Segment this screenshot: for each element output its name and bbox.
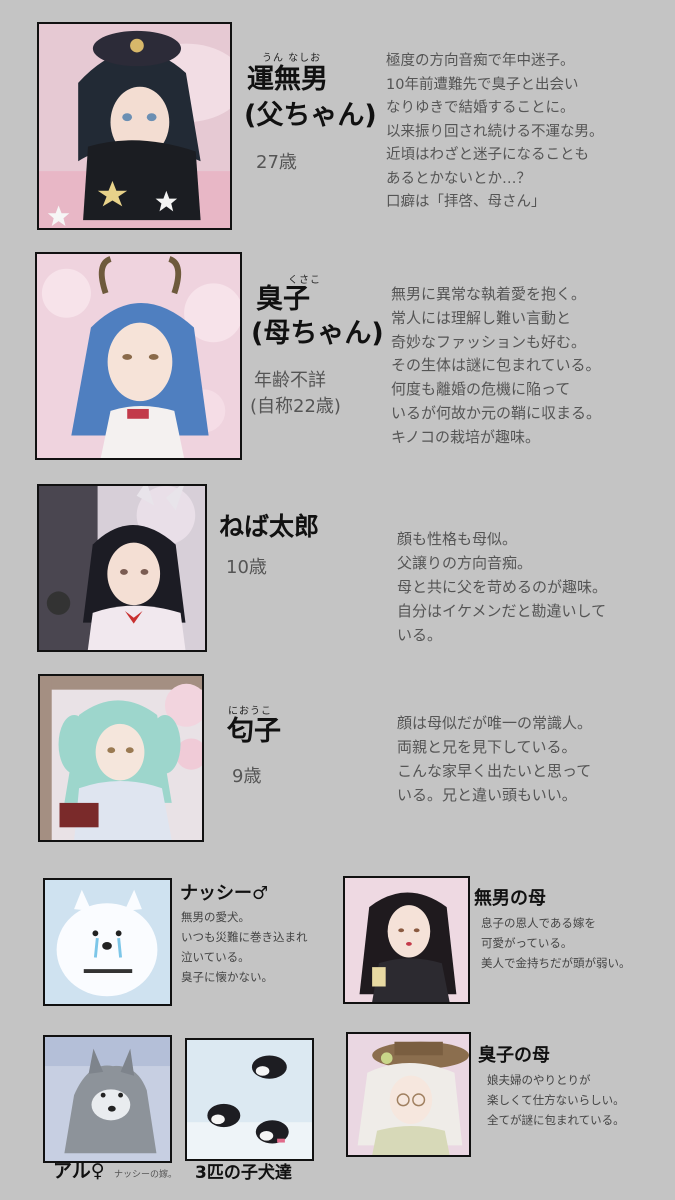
name-nebataro: ねば太郎	[219, 512, 320, 541]
portrait-aru-image	[45, 1037, 170, 1161]
desc-line: 両親と兄を見下している。	[397, 738, 577, 756]
desc-line: 奇妙なファッションも好む。	[391, 332, 587, 351]
desc-line: いるが何故か元の鞘に収まる。	[391, 403, 602, 422]
age-nioko: 9歳	[232, 766, 262, 787]
desc-kusako-mother: 娘夫婦のやりとりが 楽しくて仕方ないらしい。 全てが謎に包まれている。	[487, 1070, 625, 1130]
desc-line: いる。	[397, 626, 443, 644]
name-kusako: 臭子	[256, 284, 310, 315]
desc-line: 泣いている。	[181, 950, 250, 964]
desc-line: あるとかないとか…？	[386, 170, 531, 187]
portrait-nasshi	[43, 878, 172, 1006]
portrait-nashio-mother-image	[345, 878, 468, 1002]
portrait-kusako-mother	[346, 1032, 471, 1157]
age-kusako: 年齢不詳	[254, 370, 326, 391]
desc-line: 楽しくて仕方ないらしい。	[487, 1093, 625, 1107]
age-nashio: 27歳	[256, 152, 297, 173]
portrait-kusako-mother-image	[348, 1034, 469, 1155]
portrait-kusako	[35, 252, 242, 460]
desc-nashio: 極度の方向音痴で年中迷子。 10年前遭難先で臭子と出会い なりゆきで結婚すること…	[386, 50, 604, 215]
portrait-nashio-image	[39, 24, 230, 228]
portrait-nashio	[37, 22, 232, 230]
character-sheet: { "characters": [ { "ruby": "うん なしお", "n…	[0, 0, 675, 1200]
portrait-nioko	[38, 674, 204, 842]
age-nebataro: 10歳	[226, 557, 267, 578]
desc-line: 自分はイケメンだと勘違いして	[397, 602, 607, 620]
portrait-nashio-mother	[343, 876, 470, 1004]
desc-line: 母と共に父を苛めるのが趣味。	[397, 578, 608, 596]
name-nasshi: ナッシー♂	[180, 883, 269, 904]
portrait-kusako-image	[37, 254, 240, 458]
portrait-puppies-image	[187, 1040, 312, 1159]
desc-line: 近頃はわざと迷子になることも	[386, 147, 589, 163]
desc-nashio-mother: 息子の恩人である嫁を 可愛がっている。 美人で金持ちだが頭が弱い。	[481, 913, 631, 973]
name-kusako-role: (母ちゃん)	[251, 318, 384, 349]
portrait-aru	[43, 1035, 172, 1163]
desc-line: 極度の方向音痴で年中迷子。	[386, 53, 575, 69]
desc-line: 息子の恩人である嫁を	[481, 916, 596, 930]
portrait-nebataro	[37, 484, 207, 652]
portrait-nioko-image	[40, 676, 202, 840]
name-puppies: 3匹の子犬達	[195, 1163, 292, 1183]
portrait-puppies	[185, 1038, 314, 1161]
name-nioko: 匂子	[227, 716, 281, 747]
desc-line: なりゆきで結婚することに。	[386, 100, 575, 116]
desc-line: 父譲りの方向音痴。	[397, 554, 533, 572]
name-aru: アル♀	[53, 1160, 105, 1182]
portrait-nasshi-image	[45, 880, 170, 1004]
desc-nebataro: 顔も性格も母似。 父譲りの方向音痴。 母と共に父を苛めるのが趣味。 自分はイケメ…	[397, 527, 607, 647]
ruby-nashio: うん なしお	[262, 53, 322, 64]
name-nashio-role: (父ちゃん)	[244, 100, 377, 131]
name-nashio: 運無男	[247, 64, 328, 95]
desc-line: キノコの栽培が趣味。	[391, 427, 540, 446]
portrait-nebataro-image	[39, 486, 205, 650]
desc-line: 娘夫婦のやりとりが	[487, 1073, 591, 1087]
desc-line: こんな家早く出たいと思って	[397, 762, 592, 780]
desc-line: その生体は謎に包まれている。	[391, 356, 601, 375]
desc-line: 無男の愛犬。	[181, 910, 250, 924]
note-aru: ナッシーの嫁。	[114, 1170, 178, 1180]
age-kusako-claimed: (自称22歳)	[250, 396, 341, 417]
desc-nasshi: 無男の愛犬。 いつも災難に巻き込まれ 泣いている。 臭子に懐かない。	[181, 907, 308, 987]
desc-line: 無男に異常な執着愛を抱く。	[391, 285, 587, 303]
desc-line: 顔は母似だが唯一の常識人。	[397, 714, 593, 732]
desc-line: 臭子に懐かない。	[181, 970, 273, 984]
desc-line: 全てが謎に包まれている。	[487, 1113, 625, 1127]
name-kusako-mother: 臭子の母	[478, 1045, 550, 1066]
desc-line: いつも災難に巻き込まれ	[181, 930, 308, 944]
desc-kusako: 無男に異常な執着愛を抱く。 常人には理解し難い言動と 奇妙なファッションも好む。…	[391, 283, 601, 450]
name-nashio-mother: 無男の母	[474, 888, 546, 909]
desc-line: いる。兄と違い頭もいい。	[397, 786, 577, 804]
desc-line: 10年前遭難先で臭子と出会い	[386, 76, 579, 93]
desc-line: 美人で金持ちだが頭が弱い。	[481, 956, 631, 970]
desc-line: 顔も性格も母似。	[397, 530, 518, 548]
desc-line: 口癖は「拝啓、母さん」	[386, 194, 546, 210]
desc-nioko: 顔は母似だが唯一の常識人。 両親と兄を見下している。 こんな家早く出たいと思って…	[397, 711, 592, 807]
desc-line: 以来振り回され続ける不運な男。	[386, 123, 604, 140]
desc-line: 可愛がっている。	[481, 936, 573, 950]
desc-line: 何度も離婚の危機に陥って	[391, 380, 571, 399]
desc-line: 常人には理解し難い言動と	[391, 308, 572, 327]
